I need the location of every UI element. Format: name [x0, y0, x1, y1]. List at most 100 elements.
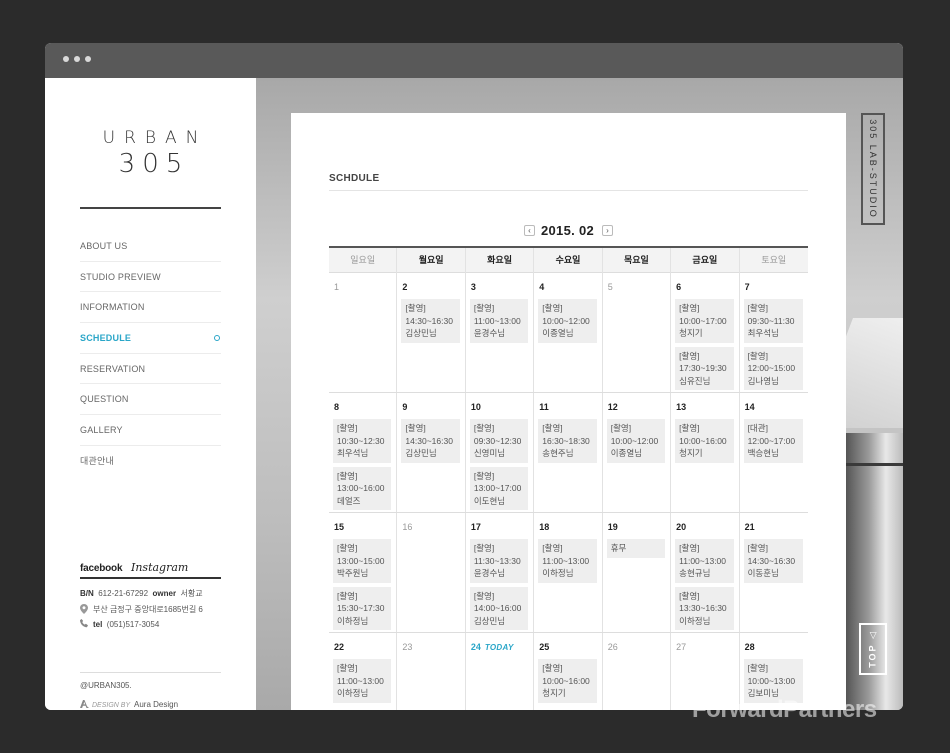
window-dot-icon[interactable] — [63, 56, 69, 62]
calendar-day[interactable]: 14 [대관] 12:00~17:00 백승현님 — [740, 393, 808, 512]
event-line: 11:00~13:00 — [337, 675, 384, 686]
event-line: [촬영] — [473, 590, 495, 601]
logo-number[interactable]: 305 — [45, 149, 256, 179]
scroll-top-button[interactable]: TOP ◁ — [859, 623, 887, 675]
calendar-day[interactable]: 4 [촬영] 10:00~12:00 이종열님 — [534, 273, 603, 392]
schedule-event[interactable]: [촬영] 13:00~17:00 이도현님 — [469, 466, 529, 510]
menu-item[interactable]: 대관안내 — [80, 446, 221, 477]
calendar-day[interactable]: 17 [촬영] 11:30~13:30 윤경수님 [촬영] 14:00~16:00 김상민님 — [466, 513, 535, 632]
day-number-cell: 22 — [333, 642, 392, 655]
menu-item[interactable]: INFORMATION — [80, 292, 221, 324]
day-number-cell: 10 — [470, 402, 529, 415]
schedule-event[interactable]: [촬영] 14:00~16:00 김상민님 — [469, 586, 529, 630]
schedule-event[interactable]: [촬영] 10:00~17:00 청지기 — [675, 299, 734, 343]
schedule-event[interactable]: [촬영] 14:30~16:30 이동훈님 — [743, 539, 803, 583]
menu-item[interactable]: SCHEDULE — [80, 323, 221, 354]
calendar-day[interactable]: 24 TODAY — [466, 633, 535, 710]
day-number: 28 — [744, 642, 755, 652]
calendar-day[interactable]: 10 [촬영] 09:30~12:30 신영미님 [촬영] 13:00~17:00 이도현님 — [466, 393, 535, 512]
schedule-event[interactable]: [촬영] 12:00~15:00 김나영님 — [743, 346, 803, 390]
calendar-day[interactable]: 22 [촬영] 11:00~13:00 이하정님 — [329, 633, 398, 710]
schedule-event[interactable]: [촬영] 14:30~16:30 김상민님 — [401, 419, 460, 463]
schedule-event[interactable]: [촬영] 13:00~15:00 박주원님 — [333, 539, 392, 583]
calendar-day[interactable]: 23 — [397, 633, 466, 710]
schedule-event[interactable]: [대관] 12:00~17:00 백승현님 — [743, 419, 803, 463]
calendar-day[interactable]: 19 휴무 — [603, 513, 672, 632]
schedule-event[interactable]: [촬영] 16:30~18:30 송현주님 — [538, 419, 597, 463]
calendar-day[interactable]: 20 [촬영] 11:00~13:00 송현규님 [촬영] 13:30~16:30 이하정님 — [671, 513, 740, 632]
event-line: [촬영] — [337, 590, 358, 601]
calendar-day[interactable]: 18 [촬영] 11:00~13:00 이하정님 — [534, 513, 603, 632]
schedule-event[interactable]: [촬영] 11:00~13:00 송현규님 — [675, 539, 734, 583]
menu-item-label: QUESTION — [80, 394, 129, 405]
calendar-day[interactable]: 5 — [603, 273, 672, 392]
event-line: 청지기 — [542, 688, 566, 698]
schedule-event[interactable]: [촬영] 10:00~16:00 청지기 — [675, 419, 734, 463]
calendar-day[interactable]: 8 [촬영] 10:30~12:30 최우석님 [촬영] 13:00~16:00 데얼즈 — [329, 393, 398, 512]
menu-item[interactable]: STUDIO PREVIEW — [80, 262, 221, 293]
schedule-event[interactable]: [촬영] 11:00~13:00 윤경수님 — [469, 299, 529, 343]
calendar-day[interactable]: 26 — [603, 633, 672, 710]
event-line: [촬영] — [542, 423, 563, 433]
day-number: 20 — [676, 522, 687, 532]
next-month-button[interactable]: › — [602, 225, 613, 236]
day-number: 11 — [539, 402, 549, 412]
calendar-day[interactable]: 16 — [397, 513, 466, 632]
calendar-day[interactable]: 3 [촬영] 11:00~13:00 윤경수님 — [466, 273, 535, 392]
calendar-day[interactable]: 15 [촬영] 13:00~15:00 박주원님 [촬영] 15:30~17:30 이하정님 — [329, 513, 398, 632]
event-line: 11:00~13:00 — [473, 315, 521, 326]
event-line: [촬영] — [473, 423, 495, 433]
schedule-event[interactable]: [촬영] 10:00~12:00 이종열님 — [606, 419, 666, 463]
menu-item[interactable]: ABOUT US — [80, 231, 221, 262]
calendar-day[interactable]: 21 [촬영] 14:30~16:30 이동훈님 — [740, 513, 808, 632]
schedule-event[interactable]: [촬영] 17:30~19:30 심유진님 — [675, 346, 734, 390]
event-line: 김상민님 — [473, 615, 506, 626]
schedule-event[interactable]: [촬영] 11:00~13:00 이하정님 — [538, 539, 597, 583]
tel-value[interactable]: (051)517-3054 — [107, 620, 159, 629]
design-credit: DESIGN BY Aura Design — [80, 700, 178, 709]
logo-word[interactable]: URBAN — [45, 128, 256, 148]
instagram-link[interactable]: Instagram — [131, 561, 188, 574]
weekday-header: 화요일 — [466, 248, 535, 273]
schedule-event[interactable]: 휴무 — [606, 539, 666, 558]
schedule-event[interactable]: [촬영] 11:00~13:00 이하정님 — [333, 659, 392, 703]
schedule-event[interactable]: [촬영] 10:00~12:00 이종열님 — [538, 299, 597, 343]
calendar-day[interactable]: 12 [촬영] 10:00~12:00 이종열님 — [603, 393, 672, 512]
calendar-day[interactable]: 7 [촬영] 09:30~11:30 최우석님 [촬영] 12:00~15:00 김나영님 — [740, 273, 808, 392]
schedule-event[interactable]: [촬영] 13:00~16:00 데얼즈 — [333, 466, 392, 510]
menu-item[interactable]: RESERVATION — [80, 354, 221, 385]
day-number: 5 — [607, 282, 613, 292]
background-lamp-bar — [846, 463, 903, 466]
calendar: 일요일 월요일 화요일 수요일 목요일 금요일 토요일 1 2 [촬영] 14:30~16:30 김… — [329, 246, 808, 710]
calendar-week: 8 [촬영] 10:30~12:30 최우석님 [촬영] 13:00~16:00 데얼즈 9 [… — [329, 393, 808, 513]
day-number: 23 — [402, 642, 413, 652]
designer-name[interactable]: Aura Design — [134, 700, 178, 709]
event-line: 김나영님 — [747, 375, 779, 386]
schedule-event[interactable]: [촬영] 09:30~12:30 신영미님 — [469, 419, 529, 463]
schedule-event[interactable]: [촬영] 10:30~12:30 최우석님 — [333, 419, 392, 463]
event-line: [촬영] — [747, 303, 768, 313]
schedule-event[interactable]: [촬영] 13:30~16:30 이하정님 — [675, 586, 734, 630]
calendar-body: 1 2 [촬영] 14:30~16:30 김상민님 3 [촬영] 11:00~13:00 윤경수… — [329, 273, 808, 710]
calendar-day[interactable]: 25 [촬영] 10:00~16:00 청지기 — [534, 633, 603, 710]
schedule-event[interactable]: [촬영] 14:30~16:30 김상민님 — [401, 299, 460, 343]
calendar-day[interactable]: 11 [촬영] 16:30~18:30 송현주님 — [534, 393, 603, 512]
calendar-day[interactable]: 13 [촬영] 10:00~16:00 청지기 — [671, 393, 740, 512]
content-area: SCHDULE ‹ 2015. 02 › 일요일 월요일 화요일 수요일 목요일 금요일 토… — [256, 78, 903, 710]
window-dot-icon[interactable] — [85, 56, 91, 62]
tel-label: tel — [93, 620, 103, 629]
calendar-day[interactable]: 2 [촬영] 14:30~16:30 김상민님 — [397, 273, 466, 392]
schedule-event[interactable]: [촬영] 11:30~13:30 윤경수님 — [469, 539, 529, 583]
calendar-day[interactable]: 9 [촬영] 14:30~16:30 김상민님 — [397, 393, 466, 512]
day-number-cell: 9 — [401, 402, 460, 415]
schedule-event[interactable]: [촬영] 10:00~16:00 청지기 — [538, 659, 597, 703]
calendar-day[interactable]: 1 — [329, 273, 398, 392]
menu-item[interactable]: QUESTION — [80, 384, 221, 416]
calendar-day[interactable]: 6 [촬영] 10:00~17:00 청지기 [촬영] 17:30~19:30 심유진님 — [671, 273, 740, 392]
facebook-link[interactable]: facebook — [80, 563, 123, 574]
window-dot-icon[interactable] — [74, 56, 80, 62]
menu-item[interactable]: GALLERY — [80, 415, 221, 446]
prev-month-button[interactable]: ‹ — [524, 225, 535, 236]
schedule-event[interactable]: [촬영] 09:30~11:30 최우석님 — [743, 299, 803, 343]
schedule-event[interactable]: [촬영] 15:30~17:30 이하정님 — [333, 586, 392, 630]
